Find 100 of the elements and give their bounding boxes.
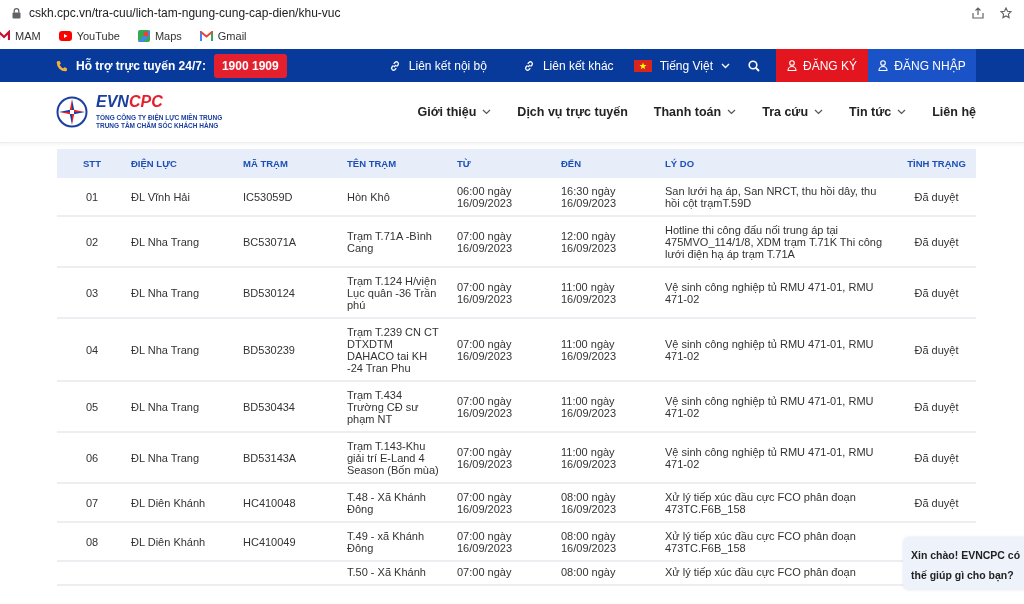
table-cell: 07:00 ngày 16/09/2023 <box>457 281 513 305</box>
table-cell: HC410049 <box>243 536 296 548</box>
user-icon <box>878 60 889 71</box>
table-cell: 08:00 ngày <box>561 566 616 578</box>
chevron-down-icon <box>727 109 737 115</box>
star-icon[interactable] <box>1000 7 1012 19</box>
bookmark-link[interactable]: Maps <box>154 27 182 45</box>
column-header: ĐẾN <box>557 149 661 178</box>
nav-menu-item[interactable]: Liên hệ <box>932 102 976 122</box>
table-cell: Trạm T.71A -Bình Cang <box>347 230 432 254</box>
column-header: ĐIỆN LỰC <box>127 149 239 178</box>
table-cell: ĐL Nha Trang <box>131 452 200 464</box>
table-cell: Xử lý tiếp xúc đầu cực FCO phân đoạn 473TC.F6B_158 <box>665 530 856 554</box>
table-cell: BD530124 <box>243 287 295 299</box>
table-cell: 07:00 ngày 16/09/2023 <box>457 446 513 470</box>
table-cell: ĐL Nha Trang <box>131 401 200 413</box>
nav-menu-item[interactable]: Giới thiệu <box>417 102 492 122</box>
table-cell: 07:00 ngày 16/09/2023 <box>457 338 513 362</box>
bookmark-link[interactable]: YouTube <box>76 27 120 45</box>
table-cell: 04 <box>85 344 99 356</box>
link-icon <box>388 59 401 72</box>
top-link[interactable]: Liên kết khác <box>542 56 614 75</box>
column-header: STT <box>57 149 127 178</box>
table-cell: Đã duyệt <box>914 191 959 203</box>
table-cell: San lưới hạ áp, San NRCT, thu hồi dây, thu hồi cột trạmT.59D <box>665 185 877 209</box>
table-cell: Vệ sinh công nghiệp tủ RMU 471-01, RMU 471-02 <box>665 281 874 305</box>
map-pin-icon <box>137 30 150 42</box>
column-header: MÃ TRẠM <box>239 149 343 178</box>
nav-menu-item[interactable]: Thanh toán <box>653 102 737 122</box>
chevron-down-icon <box>897 109 907 115</box>
table-cell: ĐL Diên Khánh <box>131 497 206 509</box>
table-cell: Đã duyệt <box>914 344 959 356</box>
table-cell: Xử lý tiếp xúc đầu cực FCO phân đoạn 473TC.F6B_158 <box>665 491 856 515</box>
table-cell: BC53071A <box>243 236 297 248</box>
table-cell: Hotline thi công đấu nối trung áp tại 475MVO_114/1/8, XDM trạm T.71K Thi công lưới điện hạ áp trạm T.71A <box>665 224 883 260</box>
table-cell: Hòn Khô <box>347 191 390 203</box>
table-cell: 05 <box>85 401 99 413</box>
table-cell: 06 <box>85 452 99 464</box>
table-cell: Đã duyệt <box>914 401 959 413</box>
table-cell: Vệ sinh công nghiệp tủ RMU 471-01, RMU 471-02 <box>665 338 874 362</box>
user-icon <box>787 60 797 71</box>
table-cell: Xử lý tiếp xúc đầu cực FCO phân đoạn <box>665 566 856 578</box>
language-dropdown[interactable]: Tiếng Việt <box>659 56 730 75</box>
table-cell: Đã duyệt <box>914 497 959 509</box>
nav-menu-item[interactable]: Tra cứu <box>762 102 824 122</box>
chevron-down-icon <box>814 109 824 115</box>
bookmark-link[interactable]: Gmail <box>217 27 247 45</box>
table-cell: Đã duyệt <box>914 452 959 464</box>
table-cell: 11:00 ngày 16/09/2023 <box>561 338 617 362</box>
column-header: LÝ DO <box>661 149 897 178</box>
register-button[interactable]: ĐĂNG KÝ <box>776 49 868 82</box>
table-cell: Vệ sinh công nghiệp tủ RMU 471-01, RMU 471-02 <box>665 446 874 470</box>
chat-bubble[interactable]: Xin chào! EVNCPC có thế giúp gì cho bạn? <box>903 537 1024 590</box>
search-icon[interactable] <box>748 59 760 72</box>
table-cell: ĐL Nha Trang <box>131 344 200 356</box>
hotline-number[interactable]: 1900 1909 <box>213 53 287 78</box>
table-cell: T.49 - xã Khánh Đông <box>347 530 425 554</box>
envelope-icon <box>199 31 213 41</box>
column-header: TÊN TRẠM <box>343 149 453 178</box>
table-cell: 08 <box>85 536 99 548</box>
table-cell: Trạm T.434 Trường CĐ sư phạm NT <box>347 389 419 425</box>
table-cell: T.48 - Xã Khánh Đông <box>347 491 426 515</box>
table-cell: BD53143A <box>243 452 297 464</box>
table-cell: 06:00 ngày 16/09/2023 <box>457 185 513 209</box>
flag-icon <box>633 59 652 72</box>
address-bar-url[interactable]: cskh.cpc.vn/tra-cuu/lich-tam-ngung-cung-cap-dien/khu-vuc <box>29 4 341 22</box>
column-header: TÌNH TRẠNG <box>897 149 976 178</box>
table-cell: 16:30 ngày 16/09/2023 <box>561 185 617 209</box>
top-link[interactable]: Liên kết nội bộ <box>408 56 487 75</box>
table-cell: 07:00 ngày 16/09/2023 <box>457 530 513 554</box>
nav-menu-item[interactable]: Tin tức <box>849 102 907 122</box>
chevron-down-icon <box>482 109 492 115</box>
login-button[interactable]: ĐĂNG NHẬP <box>868 49 976 82</box>
column-header: TỪ <box>453 149 557 178</box>
table-cell: BD530239 <box>243 344 295 356</box>
table-cell: 11:00 ngày 16/09/2023 <box>561 281 617 305</box>
table-cell: Đã duyệt <box>914 287 959 299</box>
table-cell: HC410048 <box>243 497 296 509</box>
table-cell: 08:00 ngày 16/09/2023 <box>561 491 617 515</box>
table-cell: Vệ sinh công nghiệp tủ RMU 471-01, RMU 471-02 <box>665 395 874 419</box>
share-icon[interactable] <box>972 7 984 19</box>
table-cell: Trạm T.239 CN CT DTXDTM DAHACO tai KH -24 Tran Phu <box>347 326 439 374</box>
logo-wordmark[interactable]: EVNCPC <box>96 93 223 110</box>
bookmark-link[interactable]: MAM <box>15 27 41 45</box>
table-cell: Trạm T.124 H/viện Lục quân -36 Trần phú <box>347 275 437 311</box>
table-cell: 01 <box>85 191 99 203</box>
play-icon <box>58 31 72 41</box>
table-cell: 07:00 ngày <box>457 566 512 578</box>
table-cell: 08:00 ngày 16/09/2023 <box>561 530 617 554</box>
table-cell: ĐL Vĩnh Hải <box>131 191 190 203</box>
table-cell: ĐL Nha Trang <box>131 287 200 299</box>
table-cell: 03 <box>85 287 99 299</box>
phone-icon <box>56 59 68 72</box>
table-cell: BD530434 <box>243 401 295 413</box>
table-cell: IC53059D <box>243 191 293 203</box>
nav-menu-item[interactable]: Dịch vụ trực tuyến <box>517 102 628 122</box>
table-cell: 02 <box>85 236 99 248</box>
table-cell: Trạm T.143-Khu giải trí E-Land 4 Season (Bốn mùa) <box>347 440 439 476</box>
logo-emblem-icon <box>56 96 88 128</box>
chevron-down-icon <box>721 62 730 69</box>
